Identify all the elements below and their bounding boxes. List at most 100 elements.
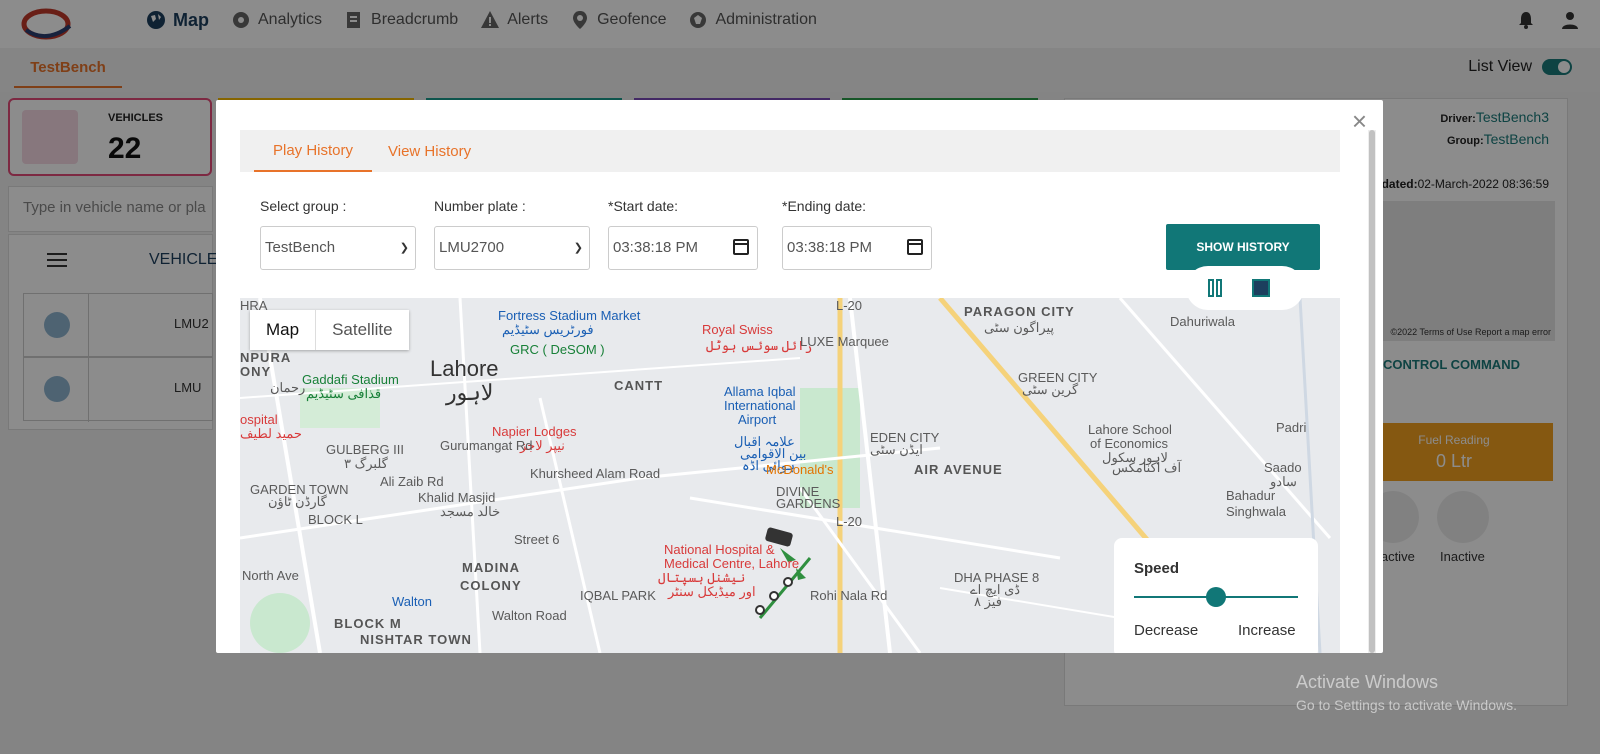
map-label: LUXE Marquee (800, 334, 889, 349)
map-label: of Economics (1090, 436, 1169, 451)
map-label: آف اکنامکس (1112, 460, 1182, 475)
map-label: GULBERG III (326, 442, 405, 457)
map-label: GARDENS (776, 496, 841, 511)
map-label: Napier Lodges (492, 424, 577, 439)
map-label: L-20 (836, 514, 863, 529)
map-label: Walton (392, 594, 432, 609)
map-label: Gurumangat Rd (440, 438, 533, 453)
map-label: Gaddafi Stadium (302, 372, 399, 387)
map-label: Allama Iqbal (724, 384, 796, 399)
map-label: McDonald's (766, 462, 834, 477)
pause-icon[interactable] (1208, 279, 1222, 297)
map-label: Saado (1264, 460, 1302, 475)
map-label: فورٹریس سٹیڈیم (502, 322, 594, 337)
map-label: ایڈن سٹی (870, 442, 923, 457)
activate-title: Activate Windows (1296, 672, 1439, 692)
map-label: ospital (240, 412, 278, 427)
plate-select-value: LMU2700 (439, 239, 505, 256)
chevron-down-icon: ❯ (399, 242, 409, 254)
start-date-input[interactable]: 03:38:18 PM (608, 226, 758, 270)
map-label: Ali Zaib Rd (380, 474, 444, 489)
map-label: Bahadur (1226, 488, 1276, 503)
map-label: Rohi Nala Rd (810, 588, 888, 603)
end-date-label: *Ending date: (782, 198, 867, 214)
tab-view-history[interactable]: View History (388, 130, 471, 172)
plate-select[interactable]: LMU2700 ❯ (434, 226, 590, 270)
group-field-label: Select group : (260, 198, 347, 214)
map-label: Royal Swiss (702, 322, 773, 337)
map-label: BLOCK M (334, 616, 402, 631)
map-label: Airport (738, 412, 777, 427)
speed-slider-thumb[interactable] (1206, 587, 1226, 607)
map-label: GRC ( DeSOM ) (510, 342, 605, 357)
calendar-icon[interactable] (733, 239, 749, 255)
speed-increase-label: Increase (1238, 622, 1296, 639)
map-label: CANTT (614, 378, 664, 393)
end-date-input[interactable]: 03:38:18 PM (782, 226, 932, 270)
map-type-map-button[interactable]: Map (250, 310, 317, 350)
map-label: Street 6 (514, 532, 560, 547)
map-label: گارڈن ٹاؤن (268, 494, 327, 509)
history-map[interactable]: Map Satellite Lahore لاہور Fortress Stadiu… (240, 298, 1340, 653)
map-label: Padri (1276, 420, 1307, 435)
map-label: Khalid Masjid (418, 490, 496, 505)
end-date-value: 03:38:18 PM (787, 239, 873, 256)
map-label: PARAGON CITY (964, 304, 1075, 319)
map-label: Singhwala (1226, 504, 1286, 519)
show-history-button[interactable]: SHOW HISTORY (1166, 224, 1320, 270)
speed-control: Speed Decrease Increase (1114, 538, 1318, 653)
playback-controls (1186, 266, 1304, 310)
map-label: گلبرگ ۳ (344, 456, 388, 471)
map-label: IQBAL PARK (580, 588, 656, 603)
map-label: ONY (240, 364, 272, 379)
map-label: Dahuriwala (1170, 314, 1236, 329)
app-root: Map Analytics Breadcrumb Alerts Geofence… (0, 0, 1600, 754)
map-label: NPURA (240, 350, 292, 365)
map-label: National Hospital & (664, 542, 775, 557)
chevron-down-icon: ❯ (573, 242, 583, 254)
group-select-value: TestBench (265, 239, 336, 256)
activate-windows-watermark: Activate Windows Go to Settings to activ… (1296, 672, 1517, 713)
close-icon[interactable]: × (1352, 106, 1367, 137)
map-label: Medical Centre, Lahore (664, 556, 800, 571)
map-label: رائل سوئس ہوٹل (706, 338, 813, 353)
map-type-toggle: Map Satellite (250, 310, 409, 350)
map-label: MADINA (462, 560, 520, 575)
tab-play-history[interactable]: Play History (254, 130, 372, 172)
group-select[interactable]: TestBench ❯ (260, 226, 416, 270)
map-label: فیز ۸ (974, 594, 1002, 609)
map-label: COLONY (460, 578, 522, 593)
history-tabs: Play History View History (240, 130, 1340, 172)
plate-field-label: Number plate : (434, 198, 526, 214)
map-label: AIR AVENUE (914, 462, 1003, 477)
map-label: Lahore (430, 356, 499, 381)
map-label: رحمان (270, 380, 306, 395)
speed-label: Speed (1134, 560, 1180, 577)
map-label: لاہور (446, 380, 494, 405)
map-label: خالد مسجد (440, 504, 501, 519)
start-date-label: *Start date: (608, 198, 679, 214)
modal-scrollbar[interactable] (1369, 130, 1375, 653)
activate-subtitle: Go to Settings to activate Windows. (1296, 697, 1517, 713)
map-label: HRA (240, 298, 268, 313)
map-label: L-20 (836, 298, 863, 313)
history-form: Select group : TestBench ❯ Number plate … (240, 172, 1340, 296)
map-label: حمید لطیف (240, 426, 302, 441)
speed-decrease-label: Decrease (1134, 622, 1199, 639)
map-label: International (724, 398, 796, 413)
map-label: اور میڈیکل سنٹر (668, 584, 756, 599)
stop-icon[interactable] (1252, 279, 1270, 297)
map-label: قذافی سٹیڈیم (306, 386, 382, 401)
map-type-satellite-button[interactable]: Satellite (316, 310, 408, 350)
map-label: Fortress Stadium Market (498, 308, 641, 323)
map-label: North Ave (242, 568, 299, 583)
map-label: Khursheed Alam Road (530, 466, 661, 481)
calendar-icon[interactable] (907, 239, 923, 255)
map-label: گرین سٹی (1022, 382, 1079, 397)
map-label: پیراگون سٹی (984, 320, 1055, 335)
map-label: NISHTAR TOWN (360, 632, 472, 647)
start-date-value: 03:38:18 PM (613, 239, 699, 256)
map-label: Lahore School (1088, 422, 1172, 437)
map-label: BLOCK L (308, 512, 363, 527)
map-label: Walton Road (492, 608, 567, 623)
